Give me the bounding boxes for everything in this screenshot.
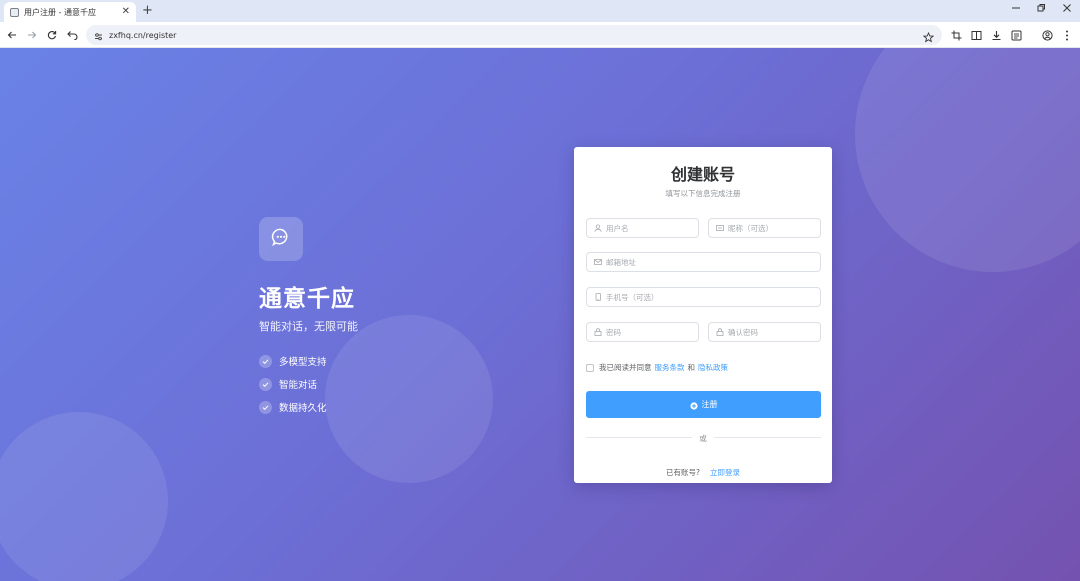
form-subtitle: 填写以下信息完成注册 (665, 189, 741, 198)
decorative-circle (855, 48, 1080, 272)
password-input[interactable]: 密码 (586, 322, 699, 342)
lock-icon (715, 328, 724, 337)
browser-tab[interactable]: 用户注册 - 通意千应 ✕ (4, 2, 136, 22)
register-button-label: 注册 (701, 400, 718, 409)
agreement-row: 我已阅读并同意 服务条款 和 隐私政策 (586, 362, 728, 373)
decorative-circle (325, 315, 493, 483)
divider-text: 或 (699, 434, 707, 443)
feature-item: 智能对话 (259, 377, 317, 391)
nickname-input[interactable]: 昵称（可选） (708, 218, 821, 238)
minimize-window-icon[interactable] (1011, 3, 1021, 18)
feature-label: 智能对话 (279, 380, 318, 391)
reload-icon[interactable] (44, 27, 60, 43)
restore-window-icon[interactable] (1036, 3, 1046, 18)
email-placeholder: 邮箱地址 (606, 257, 636, 267)
back-arrow-icon[interactable] (4, 27, 20, 43)
register-button[interactable]: 注册 (586, 391, 821, 418)
phone-placeholder: 手机号（可选） (606, 292, 659, 302)
register-card: 创建账号 填写以下信息完成注册 用户名 昵称（可选） 邮箱地址 手机号（可选） (574, 147, 832, 483)
address-bar[interactable]: zxfhq.cn/register (86, 25, 942, 45)
profile-avatar-icon[interactable] (1039, 27, 1055, 43)
plus-circle-icon (689, 395, 698, 414)
bookmark-star-icon[interactable] (922, 28, 935, 47)
feature-item: 数据持久化 (259, 400, 327, 414)
password-placeholder: 密码 (606, 327, 621, 337)
id-card-icon (715, 224, 724, 233)
close-window-icon[interactable] (1062, 3, 1072, 18)
nickname-placeholder: 昵称（可选） (728, 223, 773, 233)
brand-tagline: 智能对话，无限可能 (259, 320, 358, 333)
page-favicon-icon (10, 7, 19, 17)
feature-label: 多模型支持 (279, 357, 327, 368)
feature-item: 多模型支持 (259, 354, 327, 368)
check-circle-icon (259, 354, 272, 368)
terms-link[interactable]: 服务条款 (655, 362, 685, 373)
decorative-circle (0, 412, 168, 581)
site-settings-icon[interactable] (94, 26, 103, 45)
confirm-password-input[interactable]: 确认密码 (708, 322, 821, 342)
brand-logo (259, 217, 303, 261)
browser-toolbar: zxfhq.cn/register (0, 22, 1080, 48)
check-circle-icon (259, 400, 272, 414)
tab-title: 用户注册 - 通意千应 (24, 7, 96, 17)
side-panel-icon[interactable] (1008, 27, 1024, 43)
privacy-link[interactable]: 隐私政策 (698, 362, 728, 373)
agree-prefix: 我已阅读并同意 (599, 363, 652, 372)
lock-icon (593, 328, 602, 337)
more-menu-icon[interactable] (1059, 27, 1075, 43)
chat-bubble-icon (271, 227, 291, 251)
mail-icon (593, 258, 602, 267)
agree-checkbox[interactable] (586, 363, 594, 372)
email-input[interactable]: 邮箱地址 (586, 252, 821, 272)
login-link[interactable]: 立即登录 (710, 468, 740, 477)
register-page: 通意千应 智能对话，无限可能 多模型支持 智能对话 数据持久化 创建账号 填写以… (0, 48, 1080, 581)
phone-icon (593, 293, 602, 302)
check-circle-icon (259, 377, 272, 391)
new-tab-button[interactable]: + (142, 3, 153, 19)
forward-arrow-icon[interactable] (24, 27, 40, 43)
username-placeholder: 用户名 (606, 223, 629, 233)
brand-name: 通意千应 (259, 286, 355, 312)
feature-label: 数据持久化 (279, 403, 327, 414)
form-title: 创建账号 (670, 165, 735, 184)
login-prompt: 已有账号? 立即登录 (574, 460, 832, 479)
username-input[interactable]: 用户名 (586, 218, 699, 238)
confirm-password-placeholder: 确认密码 (728, 327, 758, 337)
have-account-text: 已有账号? (665, 468, 700, 477)
screenshot-crop-icon[interactable] (948, 27, 964, 43)
user-icon (593, 224, 602, 233)
undo-icon[interactable] (64, 27, 80, 43)
browser-tabbar: 用户注册 - 通意千应 ✕ + (0, 0, 1080, 22)
reading-mode-icon[interactable] (968, 27, 984, 43)
agree-and: 和 (687, 363, 696, 372)
tab-close-icon[interactable]: ✕ (122, 7, 130, 17)
download-icon[interactable] (988, 27, 1004, 43)
url-text: zxfhq.cn/register (109, 30, 177, 40)
phone-input[interactable]: 手机号（可选） (586, 287, 821, 307)
